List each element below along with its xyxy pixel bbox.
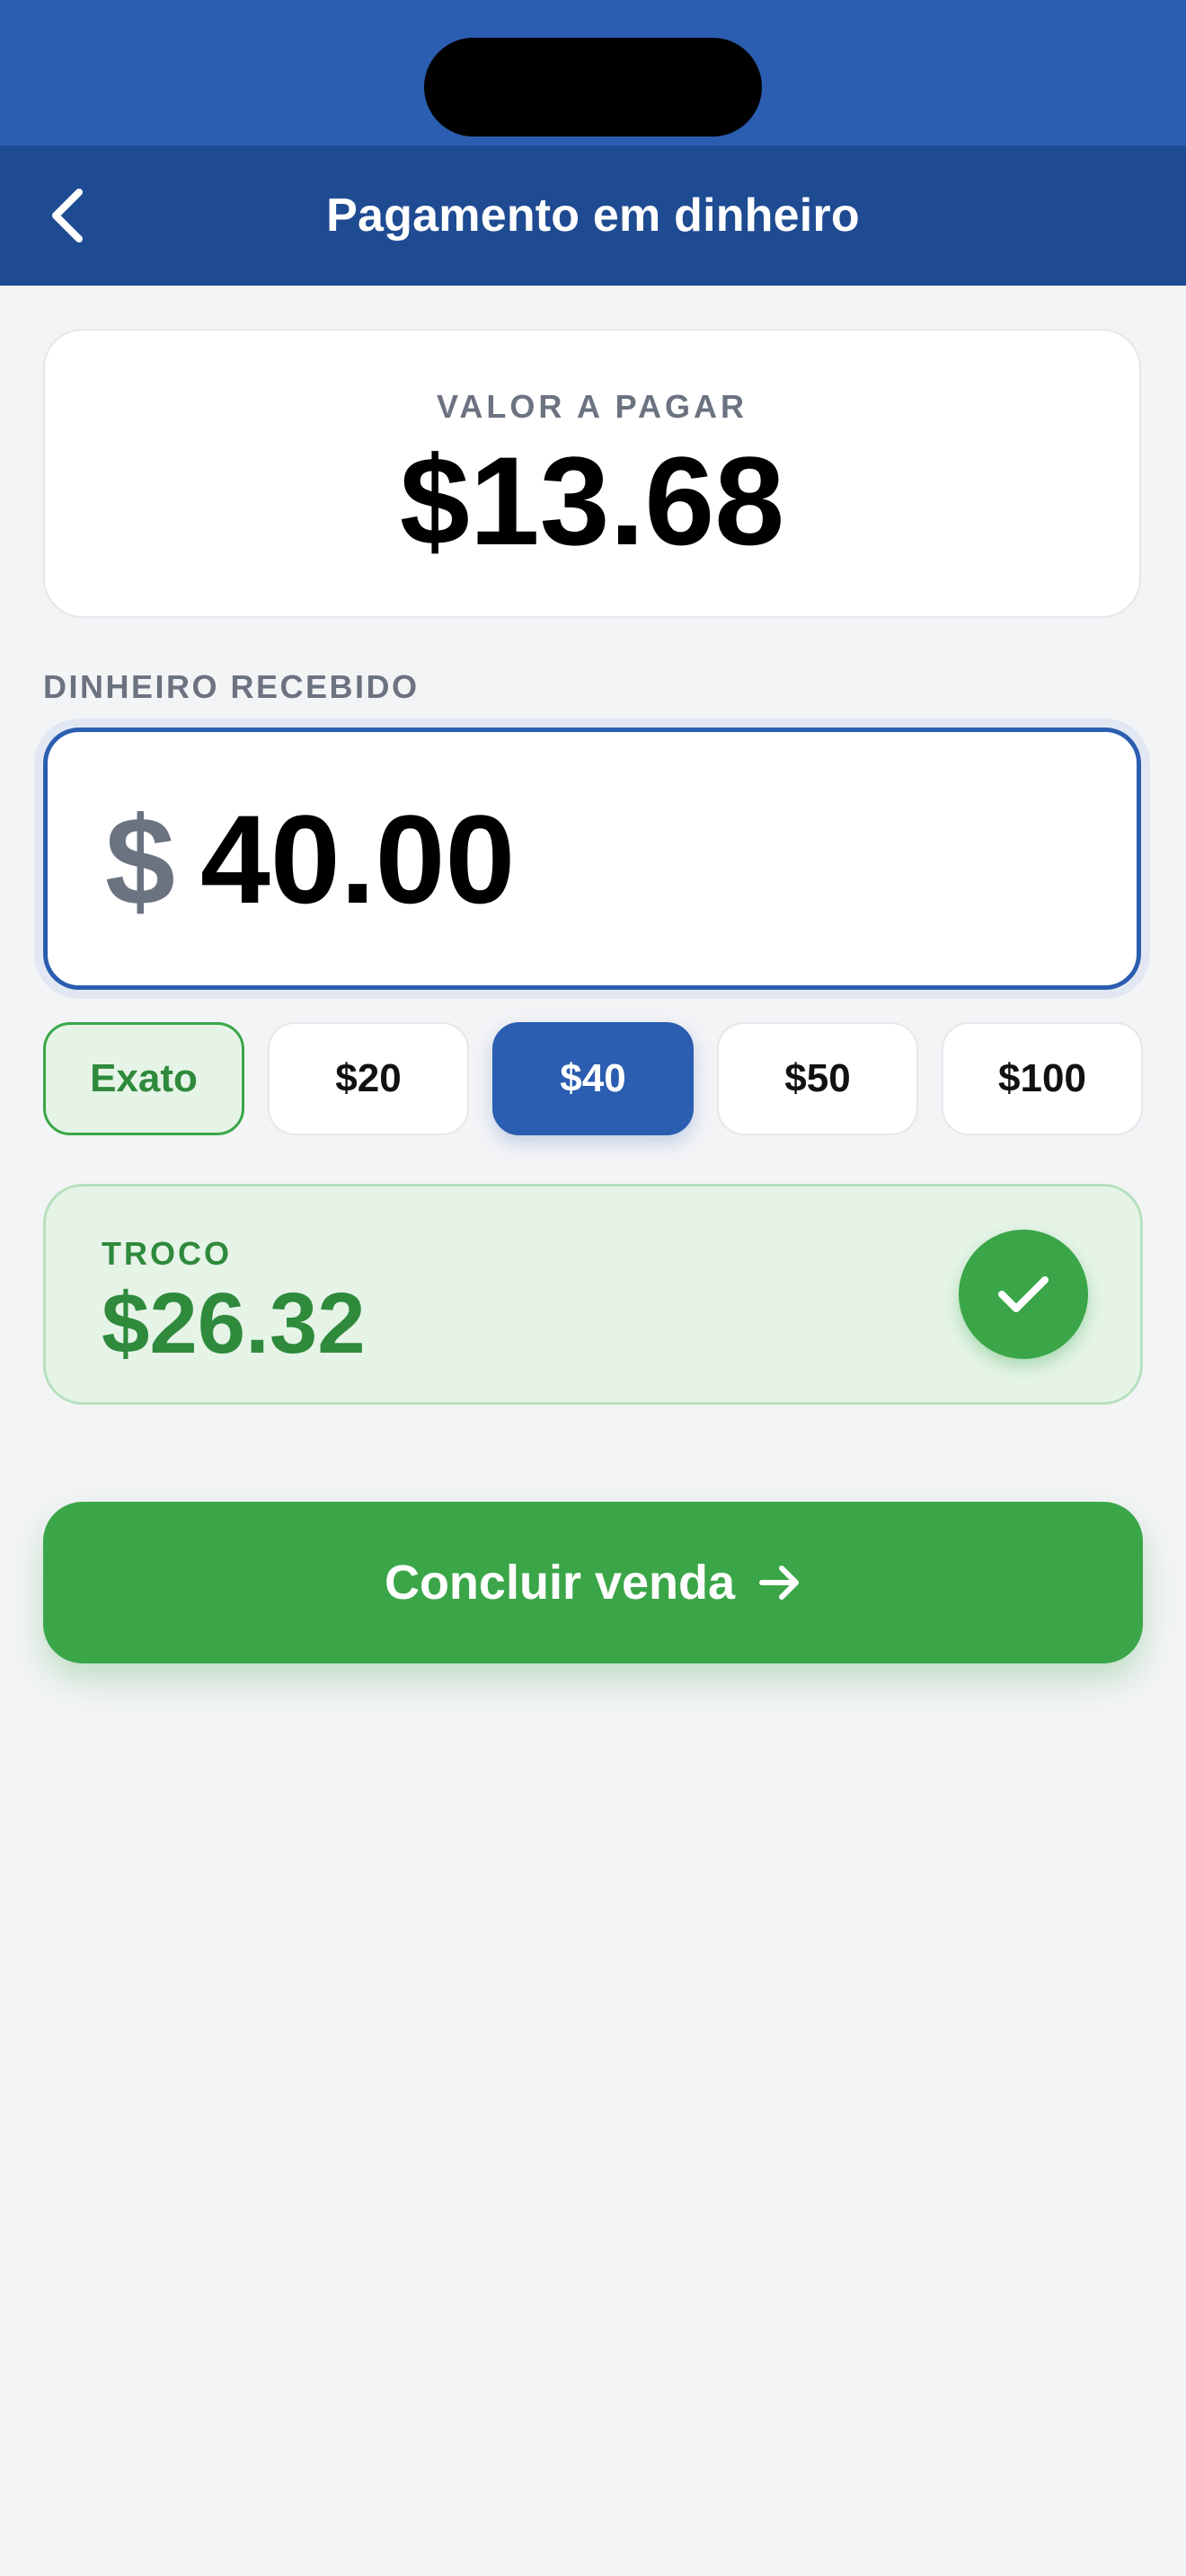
status-bar (0, 0, 1186, 146)
cash-received-input[interactable] (200, 779, 1081, 940)
page-title: Pagamento em dinheiro (326, 190, 860, 242)
change-value: $26.32 (102, 1275, 366, 1372)
amount-due-label: VALOR A PAGAR (437, 388, 748, 425)
dynamic-island (424, 38, 762, 137)
currency-symbol: $ (105, 790, 175, 931)
arrow-right-icon (758, 1563, 801, 1602)
quick-amount-40-button[interactable]: $40 (492, 1022, 694, 1135)
cash-received-field[interactable]: $ (43, 728, 1141, 990)
quick-amounts: Exato $20 $40 $50 $100 (43, 1022, 1143, 1135)
amount-due-card: VALOR A PAGAR $13.68 (43, 329, 1141, 618)
complete-sale-button[interactable]: Concluir venda (43, 1502, 1143, 1663)
complete-sale-label: Concluir venda (384, 1556, 736, 1610)
cash-received-label: DINHEIRO RECEBIDO (43, 668, 420, 705)
quick-amount-50-button[interactable]: $50 (717, 1022, 918, 1135)
check-icon (998, 1276, 1049, 1312)
change-label: TROCO (102, 1235, 232, 1272)
quick-amount-100-button[interactable]: $100 (942, 1022, 1143, 1135)
change-status-badge (959, 1230, 1088, 1359)
change-card: TROCO $26.32 (43, 1184, 1143, 1405)
nav-bar: Pagamento em dinheiro (0, 146, 1186, 286)
quick-amount-20-button[interactable]: $20 (268, 1022, 469, 1135)
quick-amount-exact-button[interactable]: Exato (43, 1022, 244, 1135)
amount-due-value: $13.68 (399, 430, 785, 571)
